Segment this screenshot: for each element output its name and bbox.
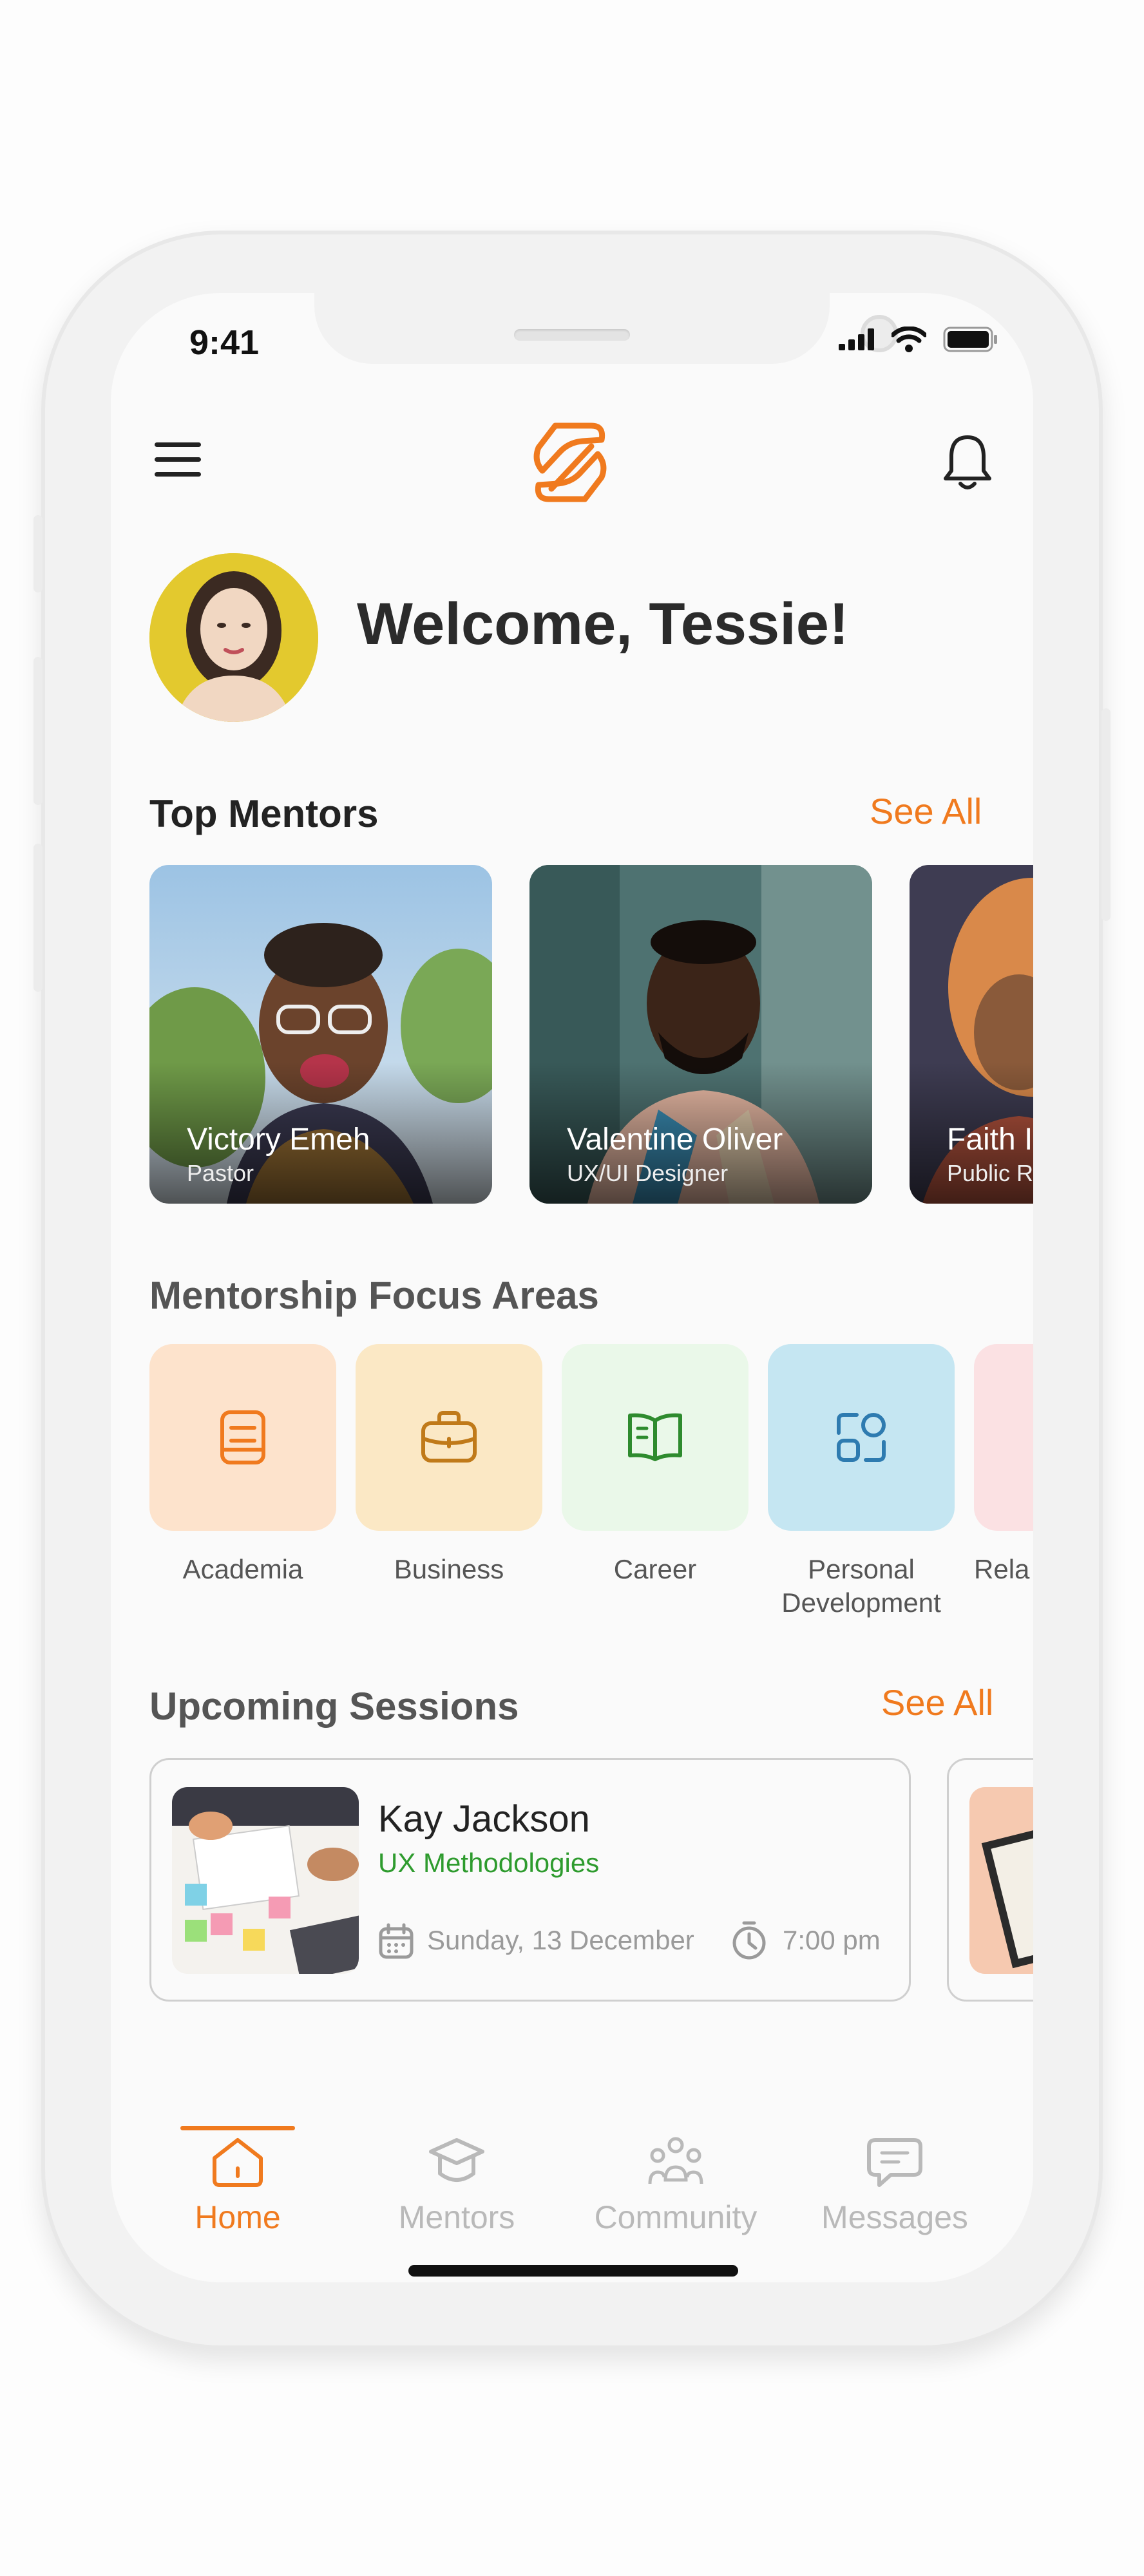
top-mentors-see-all[interactable]: See All bbox=[870, 790, 982, 832]
notch bbox=[314, 293, 898, 364]
mentor-card[interactable]: Faith I Public R bbox=[910, 865, 1033, 1204]
session-topic: UX Methodologies bbox=[378, 1848, 600, 1878]
mute-switch bbox=[33, 515, 43, 592]
upcoming-sessions-title: Upcoming Sessions bbox=[149, 1685, 519, 1728]
message-icon bbox=[867, 2138, 922, 2187]
session-card[interactable]: Kay Jackson UX Methodologies Sunday, 13 … bbox=[149, 1758, 911, 2002]
apps-icon bbox=[837, 1413, 886, 1462]
welcome-heading: Welcome, Tessie! bbox=[357, 591, 849, 657]
focus-label: Business bbox=[394, 1554, 504, 1584]
top-mentors-title: Top Mentors bbox=[149, 792, 379, 835]
focus-career-tile[interactable] bbox=[562, 1344, 748, 1531]
focus-personal-development-tile[interactable] bbox=[768, 1344, 955, 1531]
session-date: Sunday, 13 December bbox=[427, 1925, 694, 1955]
mentor-role: Public R bbox=[947, 1160, 1033, 1186]
calendar-icon bbox=[379, 1923, 414, 1959]
community-icon bbox=[648, 2137, 703, 2184]
mentor-name: Faith I bbox=[947, 1122, 1033, 1157]
nav-label: Messages bbox=[821, 2199, 968, 2235]
nav-label: Mentors bbox=[398, 2199, 515, 2235]
briefcase-icon bbox=[421, 1411, 477, 1463]
profile-photo bbox=[149, 553, 318, 722]
focus-business-tile[interactable] bbox=[356, 1344, 542, 1531]
bell-icon[interactable] bbox=[943, 433, 992, 493]
session-mentor-name: Kay Jackson bbox=[378, 1798, 590, 1840]
focus-areas-title: Mentorship Focus Areas bbox=[149, 1274, 599, 1317]
app-screen: 9:41 Welcome, Tessie! Top Mentors See Al… bbox=[111, 293, 1033, 2282]
session-time: 7:00 pm bbox=[783, 1925, 881, 1955]
session-thumbnail bbox=[969, 1787, 1033, 1974]
session-card[interactable] bbox=[947, 1758, 1033, 2002]
active-tab-indicator bbox=[180, 2126, 295, 2130]
status-time: 9:41 bbox=[189, 323, 260, 362]
timer-icon bbox=[732, 1921, 766, 1960]
mentor-name: Victory Emeh bbox=[187, 1122, 370, 1157]
nav-label: Home bbox=[195, 2199, 281, 2235]
volume-up-button bbox=[33, 657, 43, 805]
hamburger-icon bbox=[155, 442, 201, 447]
battery-icon bbox=[943, 327, 997, 352]
avatar[interactable] bbox=[149, 553, 318, 722]
home-icon bbox=[213, 2138, 263, 2187]
document-icon bbox=[220, 1410, 265, 1464]
focus-label: Rela bbox=[974, 1554, 1030, 1584]
upcoming-sessions-see-all[interactable]: See All bbox=[881, 1681, 993, 1723]
menu-button[interactable] bbox=[155, 442, 201, 487]
mentor-card[interactable]: Victory Emeh Pastor bbox=[149, 865, 492, 1204]
focus-relationships-tile[interactable] bbox=[974, 1344, 1033, 1531]
s-logo-icon bbox=[533, 422, 607, 502]
mentor-role: Pastor bbox=[187, 1160, 254, 1186]
home-indicator bbox=[408, 2265, 738, 2277]
open-book-icon bbox=[628, 1413, 682, 1461]
nav-label: Community bbox=[594, 2199, 758, 2235]
power-button bbox=[1101, 708, 1111, 921]
speaker bbox=[514, 329, 630, 341]
status-icons bbox=[839, 327, 998, 352]
mentor-role: UX/UI Designer bbox=[567, 1160, 729, 1186]
graduation-cap-icon bbox=[429, 2138, 484, 2182]
nav-messages[interactable]: Messages bbox=[788, 2135, 1001, 2236]
focus-label: Academia bbox=[182, 1554, 303, 1584]
focus-label: Personal Development bbox=[781, 1554, 941, 1618]
nav-mentors[interactable]: Mentors bbox=[350, 2135, 563, 2236]
session-thumbnail bbox=[172, 1787, 359, 1974]
mentor-name: Valentine Oliver bbox=[567, 1122, 783, 1157]
focus-academia-tile[interactable] bbox=[149, 1344, 336, 1531]
focus-label: Career bbox=[613, 1554, 697, 1584]
nav-home[interactable]: Home bbox=[131, 2135, 344, 2236]
volume-down-button bbox=[33, 844, 43, 992]
cellular-signal-icon bbox=[839, 328, 874, 350]
mentor-card[interactable]: Valentine Oliver UX/UI Designer bbox=[529, 865, 872, 1204]
nav-community[interactable]: Community bbox=[569, 2135, 782, 2236]
wifi-icon bbox=[891, 327, 926, 352]
